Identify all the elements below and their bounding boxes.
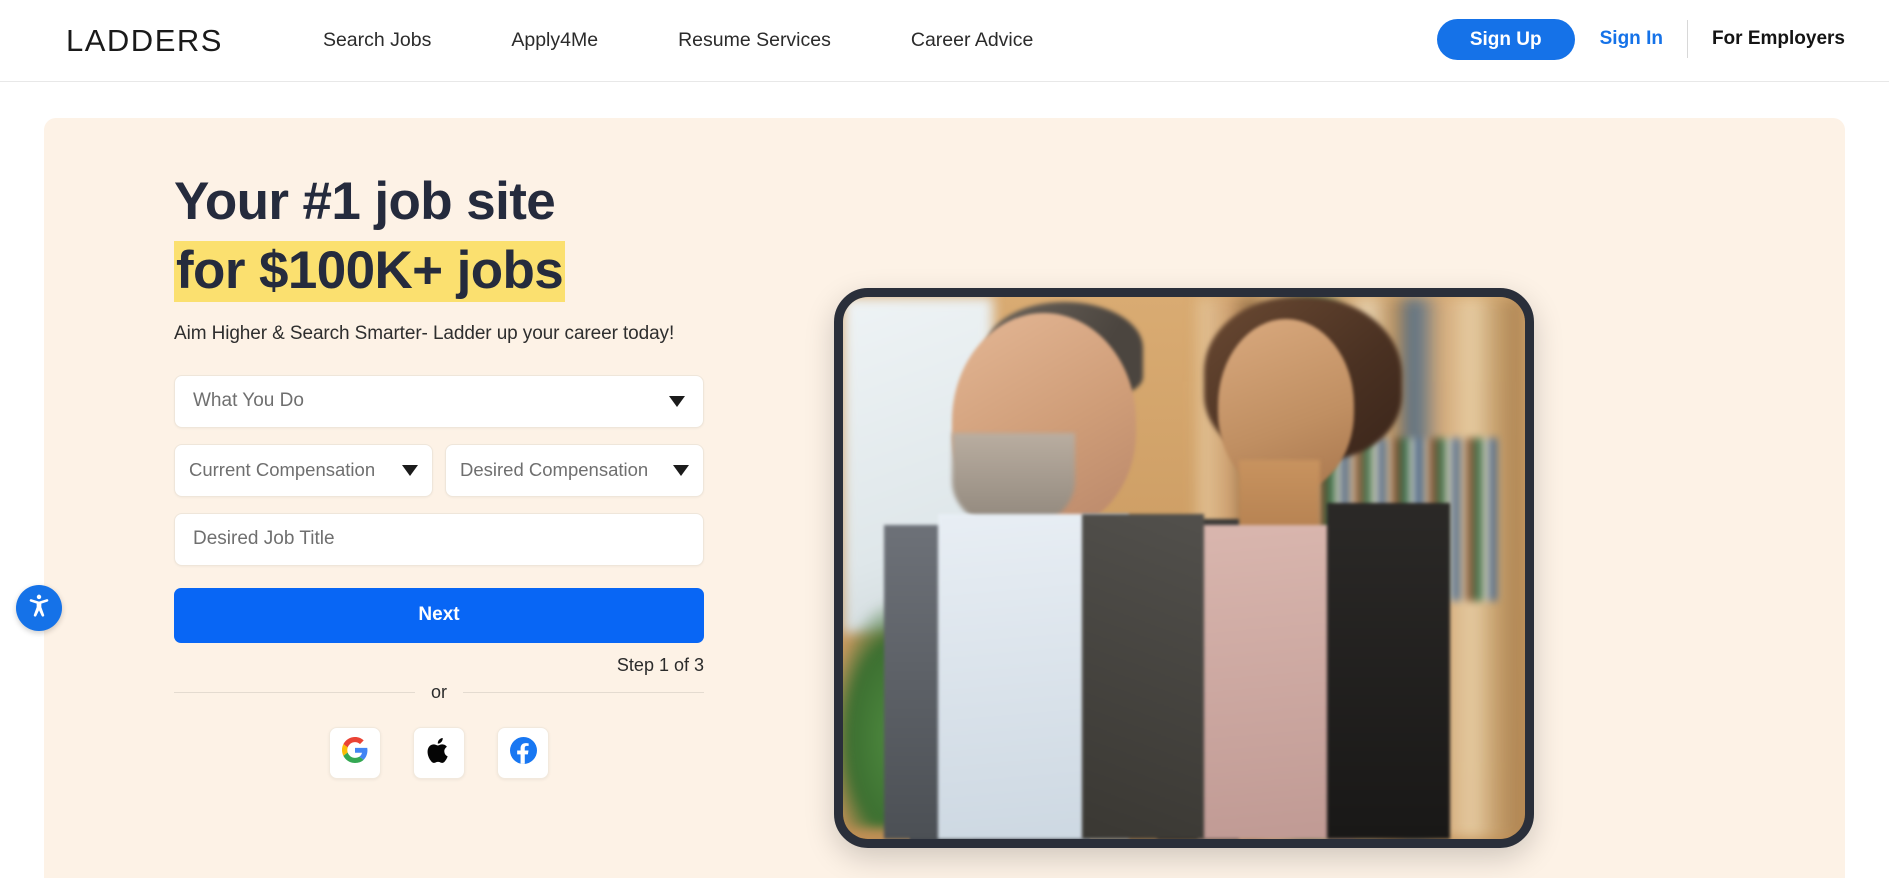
desired-job-title-placeholder: Desired Job Title (193, 528, 335, 550)
chevron-down-icon (669, 395, 685, 407)
hero-section-wrapper: Your #1 job site for $100K+ jobs Aim Hig… (0, 82, 1889, 878)
divider-rule-right (463, 691, 705, 693)
what-you-do-placeholder: What You Do (193, 390, 304, 412)
site-header: LADDERS Search Jobs Apply4Me Resume Serv… (0, 0, 1889, 82)
accessibility-button[interactable] (16, 585, 62, 631)
chevron-down-icon (673, 464, 689, 476)
job-search-form: What You Do Current Compensation Desired… (174, 374, 705, 779)
header-actions: Sign Up Sign In For Employers (1436, 0, 1845, 82)
for-employers-link[interactable]: For Employers (1712, 28, 1845, 50)
current-compensation-placeholder: Current Compensation (189, 459, 376, 481)
headline-line-1: Your #1 job site (174, 172, 556, 231)
hero-photo (843, 297, 1525, 839)
step-indicator: Step 1 of 3 (616, 654, 704, 675)
hero-image-area (834, 118, 1594, 878)
apple-icon (427, 736, 452, 770)
next-button[interactable]: Next (174, 587, 704, 643)
or-divider: or (174, 681, 705, 703)
or-label: or (431, 681, 448, 702)
sign-up-button[interactable]: Sign Up (1436, 18, 1575, 60)
desired-job-title-input[interactable]: Desired Job Title (174, 512, 704, 566)
current-compensation-select[interactable]: Current Compensation (174, 443, 433, 497)
nav-item-career-advice[interactable]: Career Advice (871, 29, 1073, 52)
nav-item-apply4me[interactable]: Apply4Me (471, 29, 638, 52)
desired-compensation-select[interactable]: Desired Compensation (445, 443, 704, 497)
header-divider (1686, 20, 1688, 58)
sign-in-link[interactable]: Sign In (1600, 28, 1663, 50)
hero-section: Your #1 job site for $100K+ jobs Aim Hig… (44, 118, 1845, 878)
compensation-row: Current Compensation Desired Compensatio… (174, 443, 704, 497)
divider-rule-left (174, 691, 415, 693)
facebook-signin-button[interactable] (497, 726, 549, 779)
apple-signin-button[interactable] (413, 726, 465, 779)
page-title: Your #1 job site for $100K+ jobs (174, 168, 924, 306)
social-login-row (174, 726, 704, 779)
google-signin-button[interactable] (329, 726, 381, 779)
facebook-icon (509, 736, 537, 769)
main-nav: Search Jobs Apply4Me Resume Services Car… (283, 29, 1073, 52)
brand-logo[interactable]: LADDERS (66, 23, 223, 59)
hero-subheading: Aim Higher & Search Smarter- Ladder up y… (174, 322, 675, 344)
desired-compensation-placeholder: Desired Compensation (460, 459, 649, 481)
accessibility-icon (25, 592, 53, 625)
google-icon (342, 737, 368, 768)
nav-item-search-jobs[interactable]: Search Jobs (283, 29, 471, 52)
what-you-do-select[interactable]: What You Do (174, 374, 704, 428)
chevron-down-icon (402, 464, 418, 476)
nav-item-resume-services[interactable]: Resume Services (638, 29, 871, 52)
phone-mockup (834, 288, 1534, 848)
hero-content: Your #1 job site for $100K+ jobs Aim Hig… (44, 118, 924, 878)
headline-line-2-highlight: for $100K+ jobs (174, 240, 566, 302)
